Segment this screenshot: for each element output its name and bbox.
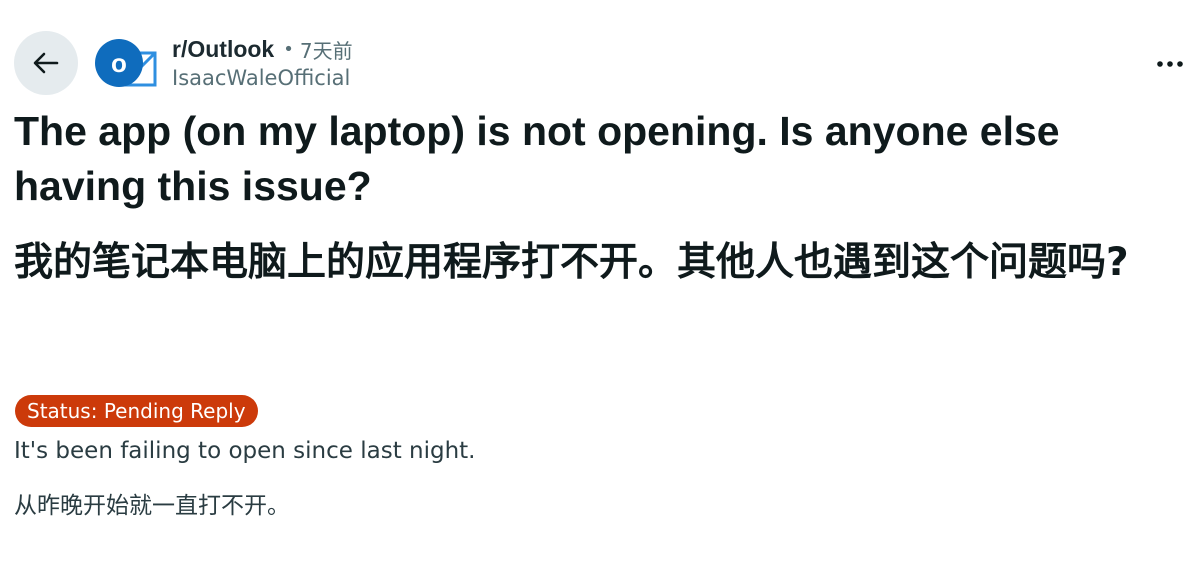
subreddit-avatar[interactable]: o (93, 31, 157, 95)
post-time: 7天前 (299, 38, 353, 63)
post-title-translation: 我的笔记本电脑上的应用程序打不开。其他人也遇到这个问题吗? (14, 240, 1129, 285)
post-body-translation: 从昨晚开始就一直打不开。 (14, 493, 290, 519)
back-button[interactable] (14, 31, 78, 95)
avatar-letter: o (111, 48, 127, 78)
more-horizontal-icon (1157, 61, 1183, 67)
outlook-logo-icon: o (95, 39, 157, 87)
status-flair[interactable]: Status: Pending Reply (15, 395, 258, 427)
post-meta: r/Outlook • 7天前 IsaacWaleOfficial (172, 34, 353, 98)
arrow-left-icon (33, 52, 59, 74)
subreddit-name[interactable]: r/Outlook (172, 36, 274, 63)
meta-separator: • (283, 38, 294, 60)
post-body: It's been failing to open since last nig… (14, 438, 476, 464)
post-title: The app (on my laptop) is not opening. I… (14, 108, 1060, 209)
more-options-button[interactable] (1150, 44, 1190, 84)
author-name[interactable]: IsaacWaleOfficial (172, 66, 353, 90)
